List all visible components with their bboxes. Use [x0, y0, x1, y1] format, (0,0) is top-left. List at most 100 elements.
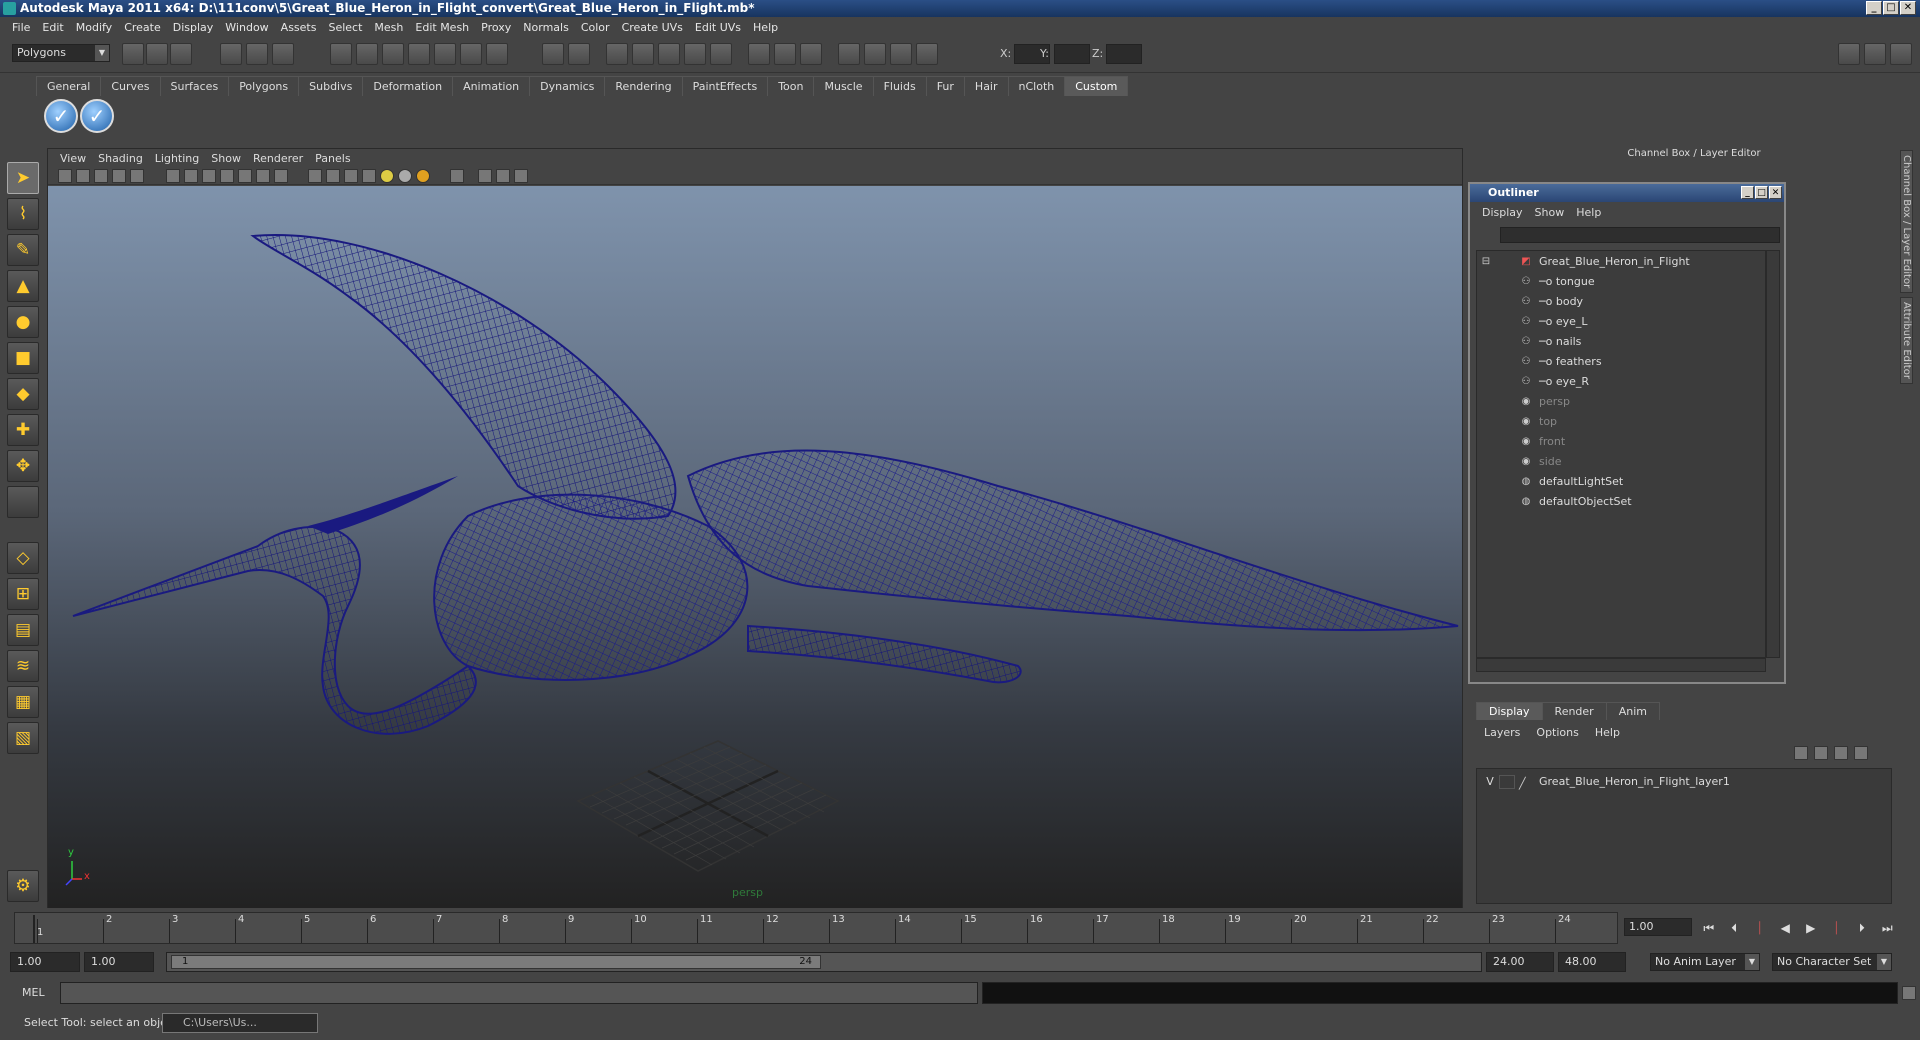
layer-type-toggle[interactable]	[1499, 775, 1515, 789]
vp-menu-shading[interactable]: Shading	[92, 152, 149, 165]
show-attribute-editor-icon[interactable]	[1864, 43, 1886, 65]
tab-muscle[interactable]: Muscle	[813, 76, 874, 96]
lasso-tool-icon[interactable]: ⌇	[7, 198, 39, 230]
share-icon[interactable]	[514, 169, 528, 183]
field-chart-icon[interactable]	[238, 169, 252, 183]
vp-menu-show[interactable]: Show	[205, 152, 247, 165]
open-scene-icon[interactable]	[146, 43, 168, 65]
tab-general[interactable]: General	[36, 76, 102, 96]
menu-edit-uvs[interactable]: Edit UVs	[689, 21, 747, 34]
list-item[interactable]: ◉ side	[1519, 453, 1562, 471]
select-hierarchy-icon[interactable]	[220, 43, 242, 65]
outliner-minimize-icon[interactable]: _	[1741, 186, 1754, 199]
menu-edit[interactable]: Edit	[36, 21, 69, 34]
current-time-marker[interactable]	[33, 915, 35, 943]
tab-painteffects[interactable]: PaintEffects	[681, 76, 769, 96]
tab-custom[interactable]: Custom	[1064, 76, 1129, 96]
output-line-icon[interactable]	[774, 43, 796, 65]
list-item[interactable]: ◉ top	[1519, 413, 1557, 431]
tab-surfaces[interactable]: Surfaces	[159, 76, 230, 96]
safe-action-icon[interactable]	[256, 169, 270, 183]
hypershade-layout-icon[interactable]: ▦	[7, 686, 39, 718]
outliner-close-icon[interactable]: ✕	[1769, 186, 1782, 199]
tab-hair[interactable]: Hair	[963, 76, 1009, 96]
outliner-menu-show[interactable]: Show	[1529, 206, 1571, 219]
vp-menu-view[interactable]: View	[54, 152, 92, 165]
xray-icon[interactable]	[478, 169, 492, 183]
render-settings-icon[interactable]	[658, 43, 680, 65]
list-item[interactable]: ⚇ ─o eye_R	[1519, 373, 1590, 391]
show-channel-box-icon[interactable]	[1838, 43, 1860, 65]
outliner-maximize-icon[interactable]: □	[1755, 186, 1768, 199]
mel-input[interactable]	[60, 982, 978, 1004]
scale-tool-icon[interactable]: ■	[7, 342, 39, 374]
script-editor-icon[interactable]	[1902, 986, 1916, 1000]
list-item[interactable]: ⚇ ─o nails	[1519, 333, 1582, 351]
menu-color[interactable]: Color	[575, 21, 616, 34]
construction-history-icon[interactable]	[568, 43, 590, 65]
tab-rendering[interactable]: Rendering	[604, 76, 683, 96]
grease-pencil-icon[interactable]	[130, 169, 144, 183]
start-time-field[interactable]: 1.00	[10, 952, 80, 972]
history-icon[interactable]	[460, 43, 482, 65]
menu-proxy[interactable]: Proxy	[475, 21, 517, 34]
wireframe-on-shaded-icon[interactable]	[344, 169, 358, 183]
list-item[interactable]: ⊟ ◩ Great_Blue_Heron_in_Flight	[1479, 253, 1690, 271]
tab-anim[interactable]: Anim	[1605, 702, 1660, 720]
layer-row[interactable]: V ╱ Great_Blue_Heron_in_Flight_layer1	[1481, 773, 1887, 791]
vp-menu-renderer[interactable]: Renderer	[247, 152, 309, 165]
menu-edit-mesh[interactable]: Edit Mesh	[409, 21, 475, 34]
list-item[interactable]: ◉ persp	[1519, 393, 1570, 411]
layer-menu-options[interactable]: Options	[1528, 726, 1586, 739]
move-layer-down-icon[interactable]	[1814, 746, 1828, 760]
input-line-icon[interactable]	[748, 43, 770, 65]
render-frame-icon[interactable]	[606, 43, 628, 65]
go-to-start-icon[interactable]: ⏮	[1698, 918, 1720, 938]
play-backwards-icon[interactable]: ◀	[1775, 918, 1797, 938]
outliner-filter-input[interactable]	[1500, 227, 1780, 243]
show-tool-settings-icon[interactable]	[1890, 43, 1912, 65]
custom-check-icon-2[interactable]: ✓	[80, 99, 114, 133]
tab-subdivs[interactable]: Subdivs	[298, 76, 364, 96]
soft-mod-icon[interactable]: ✚	[7, 414, 39, 446]
resolution-gate-icon[interactable]	[202, 169, 216, 183]
list-item[interactable]: ◍ defaultObjectSet	[1519, 493, 1632, 511]
rotate-tool-icon[interactable]: ●	[7, 306, 39, 338]
step-back-icon[interactable]: ⏴	[1724, 918, 1746, 938]
anim-layer-selector[interactable]: No Anim Layer ▼	[1650, 953, 1760, 971]
range-slider-handle[interactable]: 1 24	[171, 955, 821, 969]
select-object-icon[interactable]	[246, 43, 268, 65]
camera-icon[interactable]	[58, 169, 72, 183]
character-set-selector[interactable]: No Character Set ▼	[1772, 953, 1892, 971]
gate-mask-icon[interactable]	[220, 169, 234, 183]
smooth-shade-icon[interactable]	[326, 169, 340, 183]
end-time-field[interactable]: 48.00	[1558, 952, 1626, 972]
ipr-render-icon[interactable]	[632, 43, 654, 65]
xray-joints-icon[interactable]	[496, 169, 510, 183]
hypershade-icon[interactable]	[684, 43, 706, 65]
tab-fluids[interactable]: Fluids	[872, 76, 927, 96]
safe-title-icon[interactable]	[274, 169, 288, 183]
tab-channel-box-layer-editor[interactable]: Channel Box / Layer Editor	[1900, 150, 1913, 294]
vp-menu-panels[interactable]: Panels	[309, 152, 356, 165]
playback-end-field[interactable]: 24.00	[1486, 952, 1554, 972]
default-light-icon[interactable]	[380, 169, 394, 183]
isolate-select-icon[interactable]	[450, 169, 464, 183]
current-frame-field[interactable]: 1.00	[1624, 918, 1692, 936]
menu-file[interactable]: File	[6, 21, 36, 34]
y-field[interactable]	[1054, 44, 1090, 64]
new-scene-icon[interactable]	[122, 43, 144, 65]
tab-attribute-editor[interactable]: Attribute Editor	[1900, 297, 1913, 385]
list-item[interactable]: ◉ front	[1519, 433, 1566, 451]
film-gate-icon[interactable]	[184, 169, 198, 183]
tab-ncloth[interactable]: nCloth	[1007, 76, 1066, 96]
step-forward-key-icon[interactable]: ⏐	[1826, 918, 1848, 938]
menu-help[interactable]: Help	[747, 21, 784, 34]
step-back-key-icon[interactable]: ⏐	[1749, 918, 1771, 938]
menu-modify[interactable]: Modify	[70, 21, 118, 34]
shadows-icon[interactable]	[416, 169, 430, 183]
list-item[interactable]: ⚇ ─o tongue	[1519, 273, 1595, 291]
show-manip-icon[interactable]: ✥	[7, 450, 39, 482]
menu-select[interactable]: Select	[322, 21, 368, 34]
close-icon[interactable]: ✕	[1900, 1, 1916, 15]
